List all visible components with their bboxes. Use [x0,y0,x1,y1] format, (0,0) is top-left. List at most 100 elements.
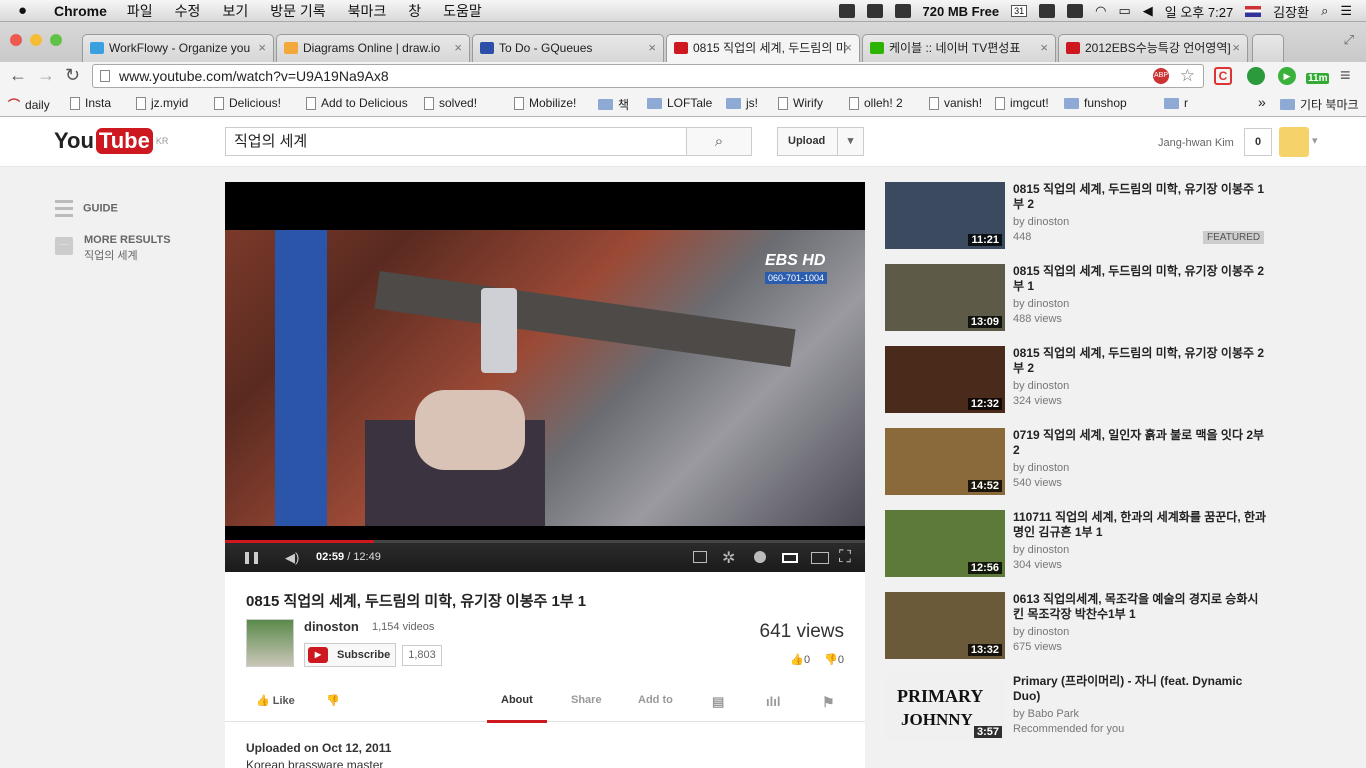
related-video-item[interactable]: PRIMARY JOHNNY 3:57 Primary (프라이머리) - 자니 (f… [885,674,1285,741]
tab-close-icon[interactable]: × [1232,35,1240,61]
upload-button[interactable]: Upload ▾ [777,127,864,156]
new-tab-button[interactable] [1252,34,1284,62]
bookmark-item[interactable]: solved! [424,96,477,110]
browser-tab[interactable]: To Do - GQueues × [472,34,664,62]
browser-tab[interactable]: WorkFlowy - Organize you × [82,34,274,62]
extension-icon[interactable]: C [1214,67,1232,85]
extension-icon[interactable] [1247,67,1265,85]
bookmark-star-icon[interactable]: ☆ [1180,65,1195,87]
menu-window[interactable]: 창 [408,1,421,21]
video-thumbnail[interactable]: 12:56 [885,510,1005,577]
user-name[interactable]: 김장환 [1273,2,1309,21]
related-video-item[interactable]: 12:32 0815 직업의 세계, 두드림의 미학, 유기장 이봉주 2부 2 b… [885,346,1285,413]
video-thumbnail[interactable]: 14:52 [885,428,1005,495]
video-frame[interactable]: EBS HD 060-701-1004 [225,230,865,526]
tab-close-icon[interactable]: × [258,35,266,61]
related-video-item[interactable]: 11:21 0815 직업의 세계, 두드림의 미학, 유기장 이봉주 1부 2 b… [885,182,1285,249]
menu-bookmarks[interactable]: 북마크 [348,1,387,21]
search-button[interactable]: ⌕ [686,127,752,156]
notification-count[interactable]: 0 [1244,128,1272,156]
large-player-icon[interactable] [811,552,829,564]
forward-icon[interactable]: → [37,65,55,86]
avatar[interactable] [1279,127,1309,157]
related-video-item[interactable]: 13:09 0815 직업의 세계, 두드림의 미학, 유기장 이봉주 2부 1 b… [885,264,1285,331]
close-window-button[interactable] [10,34,22,46]
chevron-down-icon[interactable]: ▾ [837,128,863,155]
flag-icon[interactable] [1245,5,1262,17]
memory-status[interactable]: 720 MB Free [923,4,1000,19]
captions-icon[interactable] [693,551,707,563]
reload-icon[interactable]: ↻ [65,65,80,86]
calendar-icon[interactable]: 31 [1011,5,1028,17]
bookmark-item[interactable]: Delicious! [214,96,281,110]
bookmark-item[interactable]: LOFTale [647,96,712,110]
video-player[interactable]: EBS HD 060-701-1004 ◀) 02:59 / 12:49 ✲ ⛶ [225,182,865,572]
skype-icon[interactable] [1067,4,1084,18]
video-thumbnail[interactable]: 13:32 [885,592,1005,659]
bookmarks-more[interactable]: » [1258,94,1266,110]
browser-tab[interactable]: 2012EBS수능특강 언어영역] × [1058,34,1248,62]
minimize-window-button[interactable] [30,34,42,46]
tab-about[interactable]: About [487,694,547,723]
fullscreen-icon[interactable]: ⛶ [839,547,851,567]
account-name[interactable]: Jang-hwan Kim [1158,137,1234,149]
video-thumbnail[interactable]: PRIMARY JOHNNY 3:57 [885,674,1005,741]
bookmark-item[interactable]: Insta [70,96,111,110]
fullscreen-icon[interactable]: ⤢ [1344,32,1354,48]
tab-close-icon[interactable]: × [454,35,462,61]
status-app-icon[interactable] [838,4,855,18]
small-player-icon[interactable] [782,553,798,563]
app-menu[interactable]: Chrome [54,3,107,19]
statistics-icon[interactable]: ılıl [766,694,780,709]
channel-name[interactable]: dinoston [304,619,359,634]
video-thumbnail[interactable]: 13:09 [885,264,1005,331]
menu-history[interactable]: 방문 기록 [270,1,325,21]
bookmark-item[interactable]: imgcut! [995,96,1049,110]
settings-gear-icon[interactable]: ✲ [722,548,735,568]
tab-close-icon[interactable]: × [844,35,852,61]
transcript-icon[interactable]: ▤ [712,694,724,710]
clock[interactable]: 일 오후 7:27 [1165,2,1233,21]
battery-icon[interactable]: ▭ [1118,3,1130,19]
drive-icon[interactable] [894,4,911,18]
related-video-title[interactable]: 0815 직업의 세계, 두드림의 미학, 유기장 이봉주 2부 1 [1013,264,1268,294]
tab-add-to[interactable]: Add to [638,694,673,706]
video-thumbnail[interactable]: 12:32 [885,346,1005,413]
search-input[interactable]: 직업의 세계 [225,127,687,156]
related-video-title[interactable]: 0815 직업의 세계, 두드림의 미학, 유기장 이봉주 1부 2 [1013,182,1268,212]
bookmark-item[interactable]: ⌒ daily [8,96,50,113]
related-video-item[interactable]: 12:56 110711 직업의 세계, 한과의 세계화를 꿈꾼다, 한과 명인 … [885,510,1285,577]
evernote-icon[interactable] [1039,4,1056,18]
subscribe-button[interactable]: ▶ Subscribe [304,643,396,667]
abp-icon[interactable]: ABP [1153,68,1169,84]
menu-icon[interactable]: ≡ [1340,65,1351,86]
spotlight-icon[interactable]: ⌕ [1321,3,1328,19]
guide-button[interactable]: GUIDE [55,200,118,217]
pause-icon[interactable] [245,552,258,564]
bookmark-item[interactable]: funshop [1064,96,1127,110]
bookmark-item[interactable]: Wirify [778,96,823,110]
report-flag-icon[interactable]: ⚑ [822,694,835,711]
bookmark-item[interactable]: js! [726,96,758,110]
bookmark-item[interactable]: 책 [598,96,629,113]
bookmark-item[interactable]: Add to Delicious [306,96,408,110]
address-bar[interactable]: www.youtube.com/watch?v=U9A19Na9Ax8 ABP … [92,64,1204,88]
volume-icon[interactable]: ◀) [285,550,299,566]
browser-tab[interactable]: 케이블 :: 네이버 TV편성표 × [862,34,1056,62]
bookmark-item[interactable]: r [1164,96,1188,110]
tab-share[interactable]: Share [571,694,602,706]
related-video-item[interactable]: 14:52 0719 직업의 세계, 일인자 흙과 불로 맥을 잇다 2부 2 by… [885,428,1285,495]
menu-file[interactable]: 파일 [127,1,153,21]
chevron-down-icon[interactable]: ▾ [1312,134,1318,147]
bookmark-item[interactable]: jz.myid [136,96,188,110]
youtube-logo[interactable]: You Tube KR [54,128,168,154]
channel-video-count[interactable]: 1,154 videos [372,621,434,633]
channel-avatar[interactable] [246,619,294,667]
bookmark-item[interactable]: Mobilize! [514,96,576,110]
volume-icon[interactable]: ◀ [1143,3,1153,19]
tab-close-icon[interactable]: × [1040,35,1048,61]
related-video-item[interactable]: 13:32 0613 직업의세계, 목조각을 예술의 경지로 승화시킨 목조각장 … [885,592,1285,659]
video-thumbnail[interactable]: 11:21 [885,182,1005,249]
watch-later-icon[interactable] [754,551,766,563]
bookmark-item[interactable]: vanish! [929,96,982,110]
